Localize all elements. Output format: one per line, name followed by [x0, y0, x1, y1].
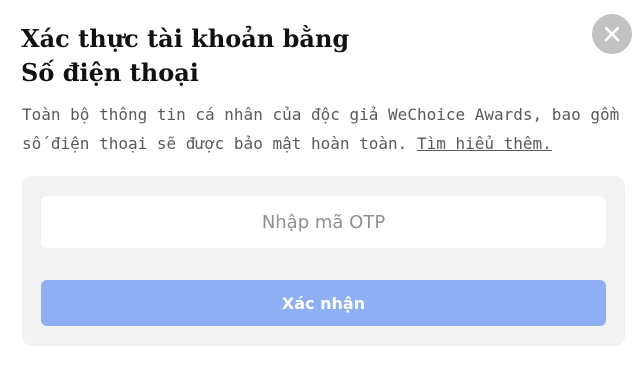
privacy-description: Toàn bộ thông tin cá nhân của độc giả We… — [22, 100, 622, 158]
confirm-button[interactable]: Xác nhận — [41, 280, 606, 326]
otp-verification-dialog: Xác thực tài khoản bằng Số điện thoại To… — [0, 0, 640, 382]
close-button[interactable] — [592, 14, 632, 54]
learn-more-link[interactable]: Tìm hiểu thêm. — [417, 134, 552, 153]
dialog-title: Xác thực tài khoản bằng Số điện thoại — [21, 22, 349, 90]
dialog-title-line-1: Xác thực tài khoản bằng — [21, 24, 350, 53]
otp-input[interactable] — [41, 196, 606, 248]
otp-form-panel: Xác nhận — [22, 176, 625, 346]
dialog-title-line-2: Số điện thoại — [21, 58, 199, 87]
close-icon — [604, 26, 620, 42]
